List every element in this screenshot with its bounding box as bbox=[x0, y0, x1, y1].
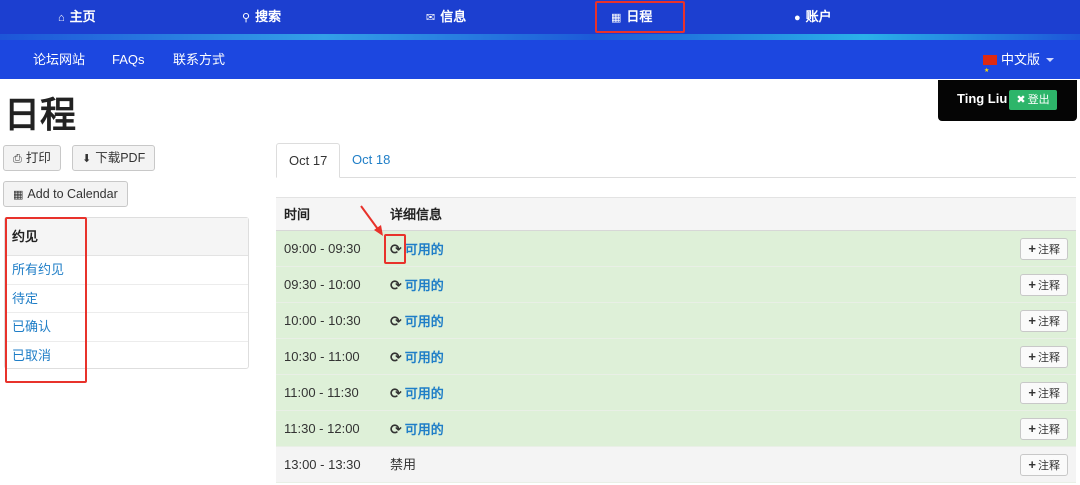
add-note-button[interactable]: + 注释 bbox=[1020, 454, 1068, 476]
nav-item-label: 主页 bbox=[69, 9, 96, 24]
table-row: 11:30 - 12:00 ⟳ 可用的 + 注释 bbox=[276, 411, 1076, 447]
user-name: Ting Liu bbox=[957, 91, 1008, 106]
plus-icon: + bbox=[1028, 277, 1036, 292]
china-flag-icon bbox=[982, 52, 997, 91]
add-note-button[interactable]: + 注释 bbox=[1020, 238, 1068, 260]
highlight-box-refresh bbox=[384, 234, 406, 264]
slot-status-link[interactable]: 可用的 bbox=[405, 242, 444, 257]
slot-time: 10:30 - 11:00 bbox=[284, 349, 360, 364]
note-label: 注释 bbox=[1038, 388, 1060, 400]
table-header: 时间 详细信息 bbox=[276, 197, 1076, 231]
highlight-box-schedule bbox=[595, 1, 685, 33]
table-row: 09:30 - 10:00 ⟳ 可用的 + 注释 bbox=[276, 267, 1076, 303]
slot-detail: ⟳ 可用的 bbox=[390, 411, 444, 448]
slot-time: 11:00 - 11:30 bbox=[284, 385, 359, 400]
slot-status-link[interactable]: 可用的 bbox=[405, 386, 444, 401]
slot-time: 13:00 - 13:30 bbox=[284, 457, 361, 472]
refresh-icon[interactable]: ⟳ bbox=[390, 411, 402, 447]
envelope-icon: ✉ bbox=[426, 12, 436, 24]
nav-item-home[interactable]: ⌂ 主页 bbox=[58, 0, 96, 34]
note-label: 注释 bbox=[1038, 352, 1060, 364]
top-navigation: ⌂ 主页 ⚲ 搜索 ✉ 信息 ▦ 日程 ● 账户 bbox=[0, 0, 1080, 40]
download-pdf-button[interactable]: ⬇ 下载PDF bbox=[72, 145, 156, 171]
table-row: 10:30 - 11:00 ⟳ 可用的 + 注释 bbox=[276, 339, 1076, 375]
page-title: 日程 bbox=[4, 94, 77, 135]
slot-time: 09:00 - 09:30 bbox=[284, 241, 361, 256]
nav-item-messages[interactable]: ✉ 信息 bbox=[426, 0, 466, 34]
caret-down-icon bbox=[1046, 58, 1054, 62]
note-label: 注释 bbox=[1038, 460, 1060, 472]
download-icon: ⬇ bbox=[82, 153, 92, 165]
slot-time: 09:30 - 10:00 bbox=[284, 277, 361, 292]
nav-item-account[interactable]: ● 账户 bbox=[794, 0, 832, 34]
note-label: 注释 bbox=[1038, 424, 1060, 436]
sub-navigation: 论坛网站 FAQs 联系方式 中文版 bbox=[0, 40, 1080, 91]
plus-icon: + bbox=[1028, 349, 1036, 364]
slot-detail: ⟳ 可用的 bbox=[390, 267, 444, 304]
column-header-details: 详细信息 bbox=[390, 207, 443, 222]
nav-item-label: 搜索 bbox=[255, 9, 282, 24]
plus-icon: + bbox=[1028, 457, 1036, 472]
note-label: 注释 bbox=[1038, 280, 1060, 292]
slot-detail: 禁用 bbox=[390, 447, 416, 483]
slot-detail: ⟳ 可用的 bbox=[390, 303, 444, 340]
note-label: 注释 bbox=[1038, 316, 1060, 328]
highlight-box-appointments bbox=[5, 217, 87, 383]
table-row: 10:00 - 10:30 ⟳ 可用的 + 注释 bbox=[276, 303, 1076, 339]
date-tabs: Oct 17 Oct 18 bbox=[276, 143, 1076, 178]
printer-icon: ⎙ bbox=[13, 153, 22, 165]
note-label: 注释 bbox=[1038, 244, 1060, 256]
slot-status-link[interactable]: 可用的 bbox=[405, 278, 444, 293]
refresh-icon[interactable]: ⟳ bbox=[390, 303, 402, 339]
add-to-calendar-button[interactable]: ▦ Add to Calendar bbox=[3, 181, 128, 207]
add-note-button[interactable]: + 注释 bbox=[1020, 274, 1068, 296]
plus-icon: + bbox=[1028, 241, 1036, 256]
home-icon: ⌂ bbox=[58, 12, 65, 24]
print-button[interactable]: ⎙ 打印 bbox=[3, 145, 61, 171]
plus-icon: + bbox=[1028, 421, 1036, 436]
download-pdf-label: 下载PDF bbox=[95, 151, 146, 165]
slot-status-link[interactable]: 可用的 bbox=[405, 350, 444, 365]
user-box: Ting Liu ✖ 登出 bbox=[938, 80, 1077, 121]
user-icon: ● bbox=[794, 12, 801, 24]
tab-oct-17[interactable]: Oct 17 bbox=[276, 143, 341, 178]
logout-button[interactable]: ✖ 登出 bbox=[1009, 90, 1057, 110]
add-note-button[interactable]: + 注释 bbox=[1020, 418, 1068, 440]
slot-status-link[interactable]: 可用的 bbox=[405, 314, 444, 329]
language-label: 中文版 bbox=[1000, 52, 1040, 67]
slot-status-link[interactable]: 可用的 bbox=[405, 422, 444, 437]
add-note-button[interactable]: + 注释 bbox=[1020, 310, 1068, 332]
column-header-time: 时间 bbox=[284, 207, 311, 222]
search-icon: ⚲ bbox=[242, 12, 251, 24]
subnav-link-forum[interactable]: 论坛网站 bbox=[33, 40, 85, 79]
annotation-arrow-icon bbox=[360, 205, 383, 236]
plus-icon: + bbox=[1028, 385, 1036, 400]
plus-icon: + bbox=[1028, 313, 1036, 328]
add-note-button[interactable]: + 注释 bbox=[1020, 346, 1068, 368]
table-row: 13:00 - 13:30 禁用 + 注释 bbox=[276, 447, 1076, 483]
subnav-link-contact[interactable]: 联系方式 bbox=[173, 40, 225, 79]
table-row: 11:00 - 11:30 ⟳ 可用的 + 注释 bbox=[276, 375, 1076, 411]
nav-item-label: 账户 bbox=[805, 9, 832, 24]
subnav-link-faqs[interactable]: FAQs bbox=[112, 40, 145, 79]
refresh-icon[interactable]: ⟳ bbox=[390, 339, 402, 375]
tab-oct-18[interactable]: Oct 18 bbox=[340, 143, 402, 178]
close-icon: ✖ bbox=[1016, 94, 1026, 106]
nav-item-search[interactable]: ⚲ 搜索 bbox=[242, 0, 281, 34]
slot-time: 11:30 - 12:00 bbox=[284, 421, 360, 436]
slot-status-text: 禁用 bbox=[390, 457, 417, 472]
print-label: 打印 bbox=[25, 151, 51, 165]
refresh-icon[interactable]: ⟳ bbox=[390, 267, 402, 303]
nav-item-label: 信息 bbox=[440, 9, 467, 24]
add-note-button[interactable]: + 注释 bbox=[1020, 382, 1068, 404]
calendar-icon: ▦ bbox=[13, 189, 24, 201]
refresh-icon[interactable]: ⟳ bbox=[390, 375, 402, 411]
logout-label: 登出 bbox=[1027, 94, 1050, 106]
add-to-calendar-label: Add to Calendar bbox=[27, 187, 118, 201]
slot-detail: ⟳ 可用的 bbox=[390, 339, 444, 376]
language-selector[interactable]: 中文版 bbox=[982, 40, 1054, 91]
slot-detail: ⟳ 可用的 bbox=[390, 375, 444, 412]
slot-time: 10:00 - 10:30 bbox=[284, 313, 361, 328]
